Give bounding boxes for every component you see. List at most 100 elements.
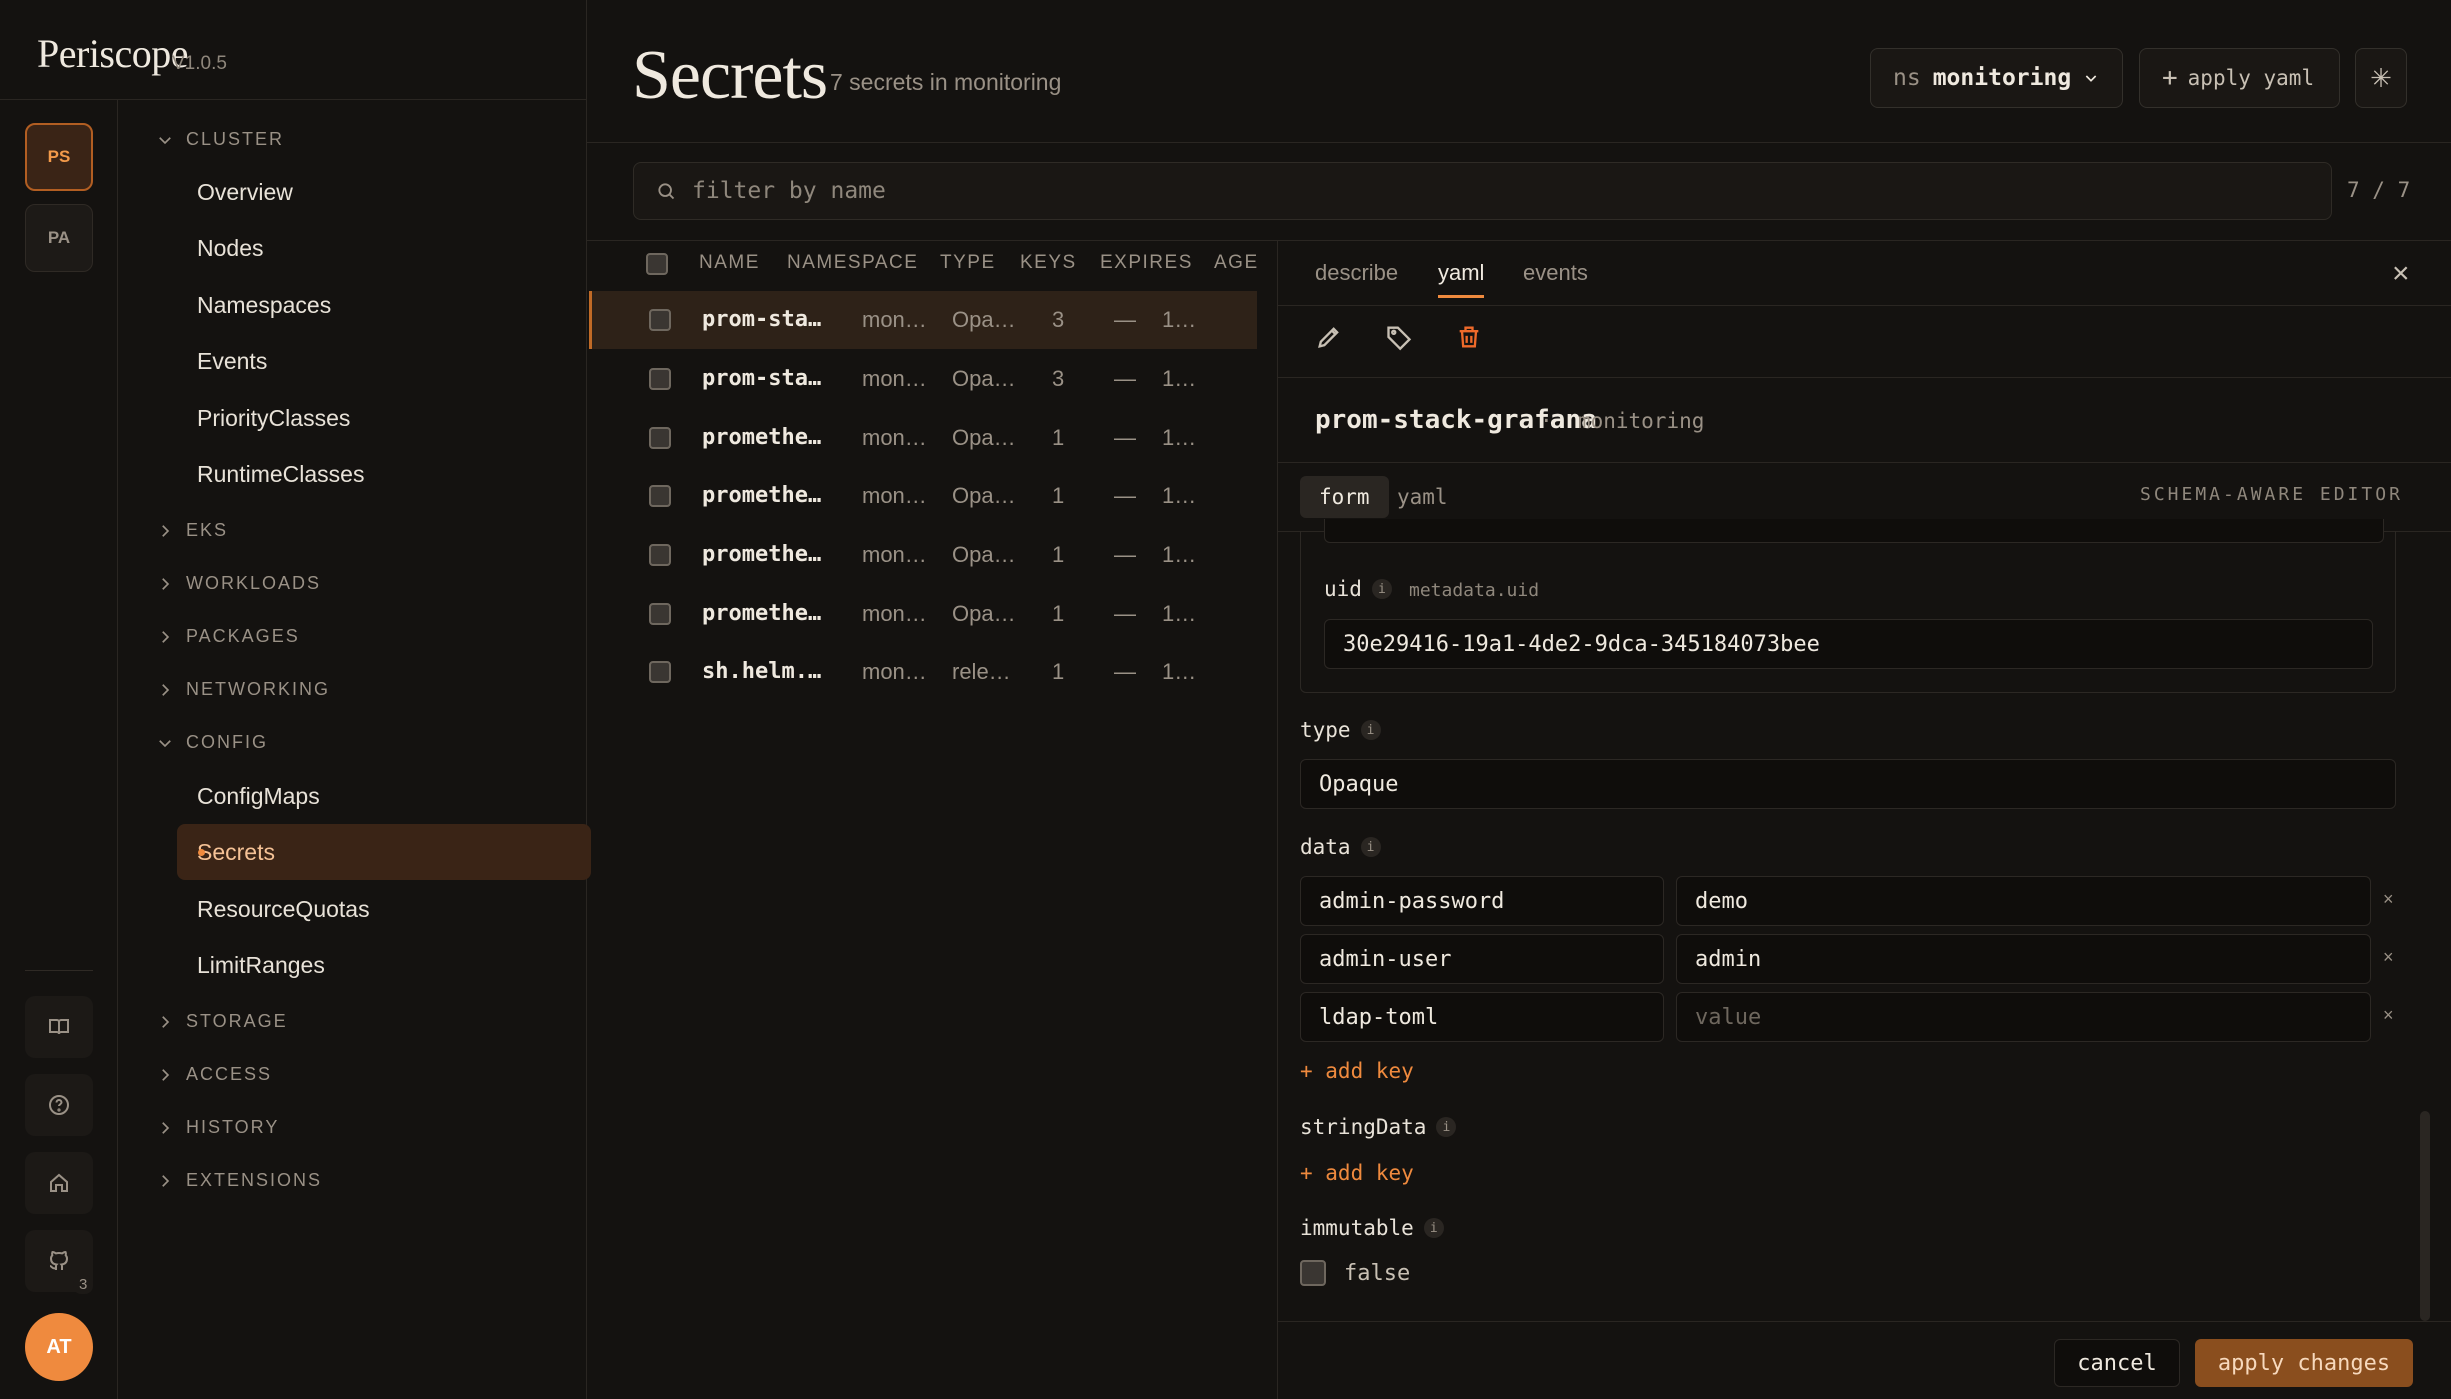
info-icon[interactable]: i — [1423, 1218, 1444, 1238]
nav-section-workloads[interactable]: WORKLOADS — [156, 573, 321, 594]
tab-yaml[interactable]: yaml — [1438, 260, 1485, 298]
object-namespace-value: monitoring — [1577, 409, 1705, 433]
nav-item-nodes[interactable]: Nodes — [177, 220, 591, 276]
type-label-text: type — [1300, 718, 1351, 742]
table-row[interactable]: promethe… mon… Opa… 1 — 1… — [589, 467, 1257, 525]
table-row[interactable]: sh.helm.… mon… rele… 1 — 1… — [589, 643, 1257, 701]
remove-entry-icon[interactable]: × — [2383, 1005, 2394, 1026]
cell-type: Opa… — [952, 366, 1016, 391]
column-header-keys[interactable]: KEYS — [1020, 252, 1077, 274]
cell-namespace: mon… — [862, 542, 927, 567]
nav-item-overview[interactable]: Overview — [177, 164, 591, 220]
nav-item-events[interactable]: Events — [177, 333, 591, 389]
table-row[interactable]: promethe… mon… Opa… 1 — 1… — [589, 409, 1257, 467]
apply-changes-button[interactable]: apply changes — [2195, 1339, 2413, 1387]
home-button[interactable] — [25, 1152, 93, 1214]
nav-section-packages[interactable]: PACKAGES — [156, 626, 300, 647]
cell-name: prom-sta… — [702, 307, 822, 332]
nav-section-config[interactable]: CONFIG — [156, 732, 268, 753]
add-data-key-button[interactable]: + add key — [1300, 1059, 1414, 1083]
nav-section-eks[interactable]: EKS — [156, 520, 228, 541]
cell-type: Opa… — [952, 425, 1016, 450]
data-key-field[interactable]: admin-user — [1300, 934, 1664, 984]
nav-item-limitranges[interactable]: LimitRanges — [177, 937, 591, 993]
edit-icon[interactable] — [1315, 323, 1343, 351]
tab-events[interactable]: events — [1523, 260, 1588, 286]
home-icon — [50, 1173, 68, 1192]
cell-age: 1… — [1162, 483, 1197, 508]
add-stringdata-key-button[interactable]: + add key — [1300, 1161, 1414, 1185]
nav-item-namespaces[interactable]: Namespaces — [177, 277, 591, 333]
tag-icon[interactable] — [1385, 323, 1413, 351]
uid-field[interactable]: 30e29416-19a1-4de2-9dca-345184073bee — [1324, 619, 2373, 669]
cancel-button[interactable]: cancel — [2054, 1339, 2180, 1387]
chevron-right-icon — [162, 1015, 170, 1028]
nav-section-storage[interactable]: STORAGE — [156, 1011, 288, 1032]
nav-section-access[interactable]: ACCESS — [156, 1064, 272, 1085]
nav-section-extensions[interactable]: EXTENSIONS — [156, 1170, 322, 1191]
cell-name: promethe… — [702, 483, 822, 508]
row-checkbox[interactable] — [649, 368, 671, 390]
account-switch-pa[interactable]: PA — [25, 204, 93, 272]
chevron-right-icon — [162, 1068, 170, 1081]
row-checkbox[interactable] — [649, 544, 671, 566]
close-panel-icon[interactable]: × — [2392, 257, 2410, 291]
info-icon[interactable]: i — [1360, 837, 1381, 857]
nav-item-configmaps[interactable]: ConfigMaps — [177, 768, 591, 824]
column-header-age[interactable]: AGE — [1214, 252, 1259, 274]
docs-button[interactable] — [25, 996, 93, 1058]
nav-item-runtimeclasses[interactable]: RuntimeClasses — [177, 446, 591, 502]
info-icon[interactable]: i — [1360, 720, 1381, 740]
table-row[interactable]: prom-sta… mon… Opa… 3 — 1… — [589, 291, 1257, 349]
nav-item-resourcequotas[interactable]: ResourceQuotas — [177, 881, 591, 937]
mode-tab-yaml[interactable]: yaml — [1378, 476, 1467, 518]
chevron-down-icon — [159, 739, 171, 747]
row-checkbox[interactable] — [649, 603, 671, 625]
trash-icon[interactable] — [1455, 323, 1483, 351]
nav-item-priorityclasses[interactable]: PriorityClasses — [177, 390, 591, 446]
nav-section-label: PACKAGES — [186, 626, 300, 646]
immutable-checkbox[interactable] — [1300, 1260, 1326, 1286]
data-value-field[interactable]: demo — [1676, 876, 2371, 926]
row-checkbox[interactable] — [649, 485, 671, 507]
nav-section-history[interactable]: HISTORY — [156, 1117, 279, 1138]
column-header-name[interactable]: NAME — [699, 252, 760, 274]
help-button[interactable] — [25, 1074, 93, 1136]
rail-divider — [25, 970, 93, 971]
nav-item-secrets[interactable]: Secrets — [177, 824, 591, 880]
column-header-type[interactable]: TYPE — [940, 252, 996, 274]
account-switch-ps[interactable]: PS — [25, 123, 93, 191]
namespace-selector[interactable]: ns monitoring — [1870, 48, 2123, 108]
cell-expires: — — [1114, 425, 1136, 450]
theme-toggle-button[interactable]: ✳ — [2355, 48, 2407, 108]
data-value-field[interactable]: admin — [1676, 934, 2371, 984]
nav-section-cluster[interactable]: CLUSTER — [156, 129, 284, 150]
mode-tab-form[interactable]: form — [1300, 476, 1389, 518]
tab-describe[interactable]: describe — [1315, 260, 1398, 286]
data-key-field[interactable]: admin-password — [1300, 876, 1664, 926]
type-field[interactable]: Opaque — [1300, 759, 2396, 809]
app-version: V1.0.5 — [172, 53, 227, 74]
remove-entry-icon[interactable]: × — [2383, 889, 2394, 910]
data-value-field[interactable]: value — [1676, 992, 2371, 1042]
row-checkbox[interactable] — [649, 427, 671, 449]
user-avatar[interactable]: AT — [25, 1313, 93, 1381]
remove-entry-icon[interactable]: × — [2383, 947, 2394, 968]
info-icon[interactable]: i — [1436, 1117, 1457, 1137]
apply-yaml-button[interactable]: + apply yaml — [2139, 48, 2340, 108]
nav-section-networking[interactable]: NETWORKING — [156, 679, 330, 700]
table-row[interactable]: promethe… mon… Opa… 1 — 1… — [589, 526, 1257, 584]
data-key-field[interactable]: ldap-toml — [1300, 992, 1664, 1042]
cell-expires: — — [1114, 366, 1136, 391]
filter-input[interactable] — [692, 178, 2292, 204]
form-scrollbar[interactable] — [2420, 1111, 2430, 1321]
column-header-expires[interactable]: EXPIRES — [1100, 252, 1193, 274]
row-checkbox[interactable] — [649, 309, 671, 331]
info-icon[interactable]: i — [1371, 579, 1392, 599]
row-checkbox[interactable] — [649, 661, 671, 683]
column-header-namespace[interactable]: NAMESPACE — [787, 252, 918, 274]
table-row[interactable]: prom-sta… mon… Opa… 3 — 1… — [589, 350, 1257, 408]
table-row[interactable]: promethe… mon… Opa… 1 — 1… — [589, 585, 1257, 643]
namespace-value: monitoring — [1932, 65, 2072, 91]
select-all-checkbox[interactable] — [646, 253, 668, 275]
